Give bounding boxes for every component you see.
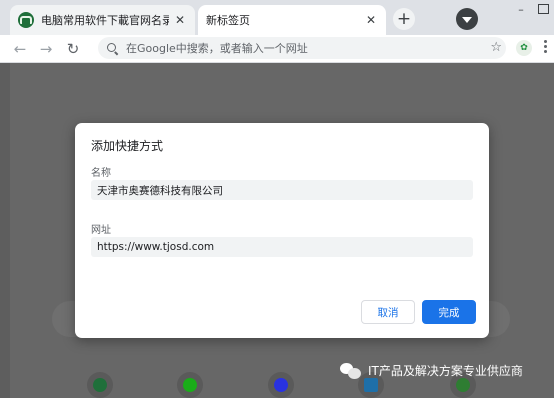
toolbar: ← → ↻ ☆ ✿ xyxy=(0,35,554,63)
omnibox[interactable] xyxy=(98,37,506,59)
close-icon[interactable]: ✕ xyxy=(364,13,378,27)
name-label: 名称 xyxy=(91,168,111,179)
wechat-logo-icon xyxy=(340,362,362,379)
reload-button[interactable]: ↻ xyxy=(63,39,83,59)
shortcut-baidu-icon[interactable] xyxy=(268,372,294,398)
done-button[interactable]: 完成 xyxy=(422,300,476,324)
add-shortcut-dialog: 添加快捷方式 名称 网址 取消 完成 xyxy=(75,123,489,338)
tab-strip: 电脑常用软件下載官网名录|聊 ✕ 新标签页 ✕ + – xyxy=(0,0,554,35)
url-field[interactable] xyxy=(91,237,473,257)
watermark: IT产品及解决方案专业供应商 xyxy=(340,362,523,379)
shortcut-wechat-icon[interactable] xyxy=(177,372,203,398)
window-controls: – xyxy=(510,0,554,20)
left-edge xyxy=(0,63,10,398)
menu-icon[interactable] xyxy=(540,40,550,53)
search-icon xyxy=(107,43,117,53)
new-tab-button[interactable]: + xyxy=(393,8,415,30)
address-input[interactable] xyxy=(126,41,506,55)
shortcut-phone-icon[interactable] xyxy=(87,372,113,398)
name-field[interactable] xyxy=(91,180,473,200)
profile-icon[interactable] xyxy=(456,8,478,30)
browser-window: 电脑常用软件下載官网名录|聊 ✕ 新标签页 ✕ + – ← → ↻ ☆ ✿ xyxy=(0,0,554,398)
tab-title: 新标签页 xyxy=(206,14,250,27)
extension-icon[interactable]: ✿ xyxy=(516,40,532,56)
minimize-button[interactable]: – xyxy=(510,0,532,18)
forward-button[interactable]: → xyxy=(36,39,56,59)
tab-new-tab[interactable]: 新标签页 ✕ xyxy=(198,5,386,35)
close-icon[interactable]: ✕ xyxy=(173,13,187,27)
maximize-icon xyxy=(537,4,549,14)
tab-software-list[interactable]: 电脑常用软件下載官网名录|聊 ✕ xyxy=(10,5,195,35)
back-button[interactable]: ← xyxy=(10,39,30,59)
maximize-button[interactable] xyxy=(532,0,554,18)
bookmark-star-icon[interactable]: ☆ xyxy=(490,40,502,55)
dialog-title: 添加快捷方式 xyxy=(91,139,164,153)
phone-favicon-icon xyxy=(18,12,34,28)
watermark-text: IT产品及解决方案专业供应商 xyxy=(368,364,523,378)
cancel-button[interactable]: 取消 xyxy=(361,300,415,324)
url-label: 网址 xyxy=(91,225,111,236)
tab-title: 电脑常用软件下載官网名录|聊 xyxy=(41,14,169,27)
